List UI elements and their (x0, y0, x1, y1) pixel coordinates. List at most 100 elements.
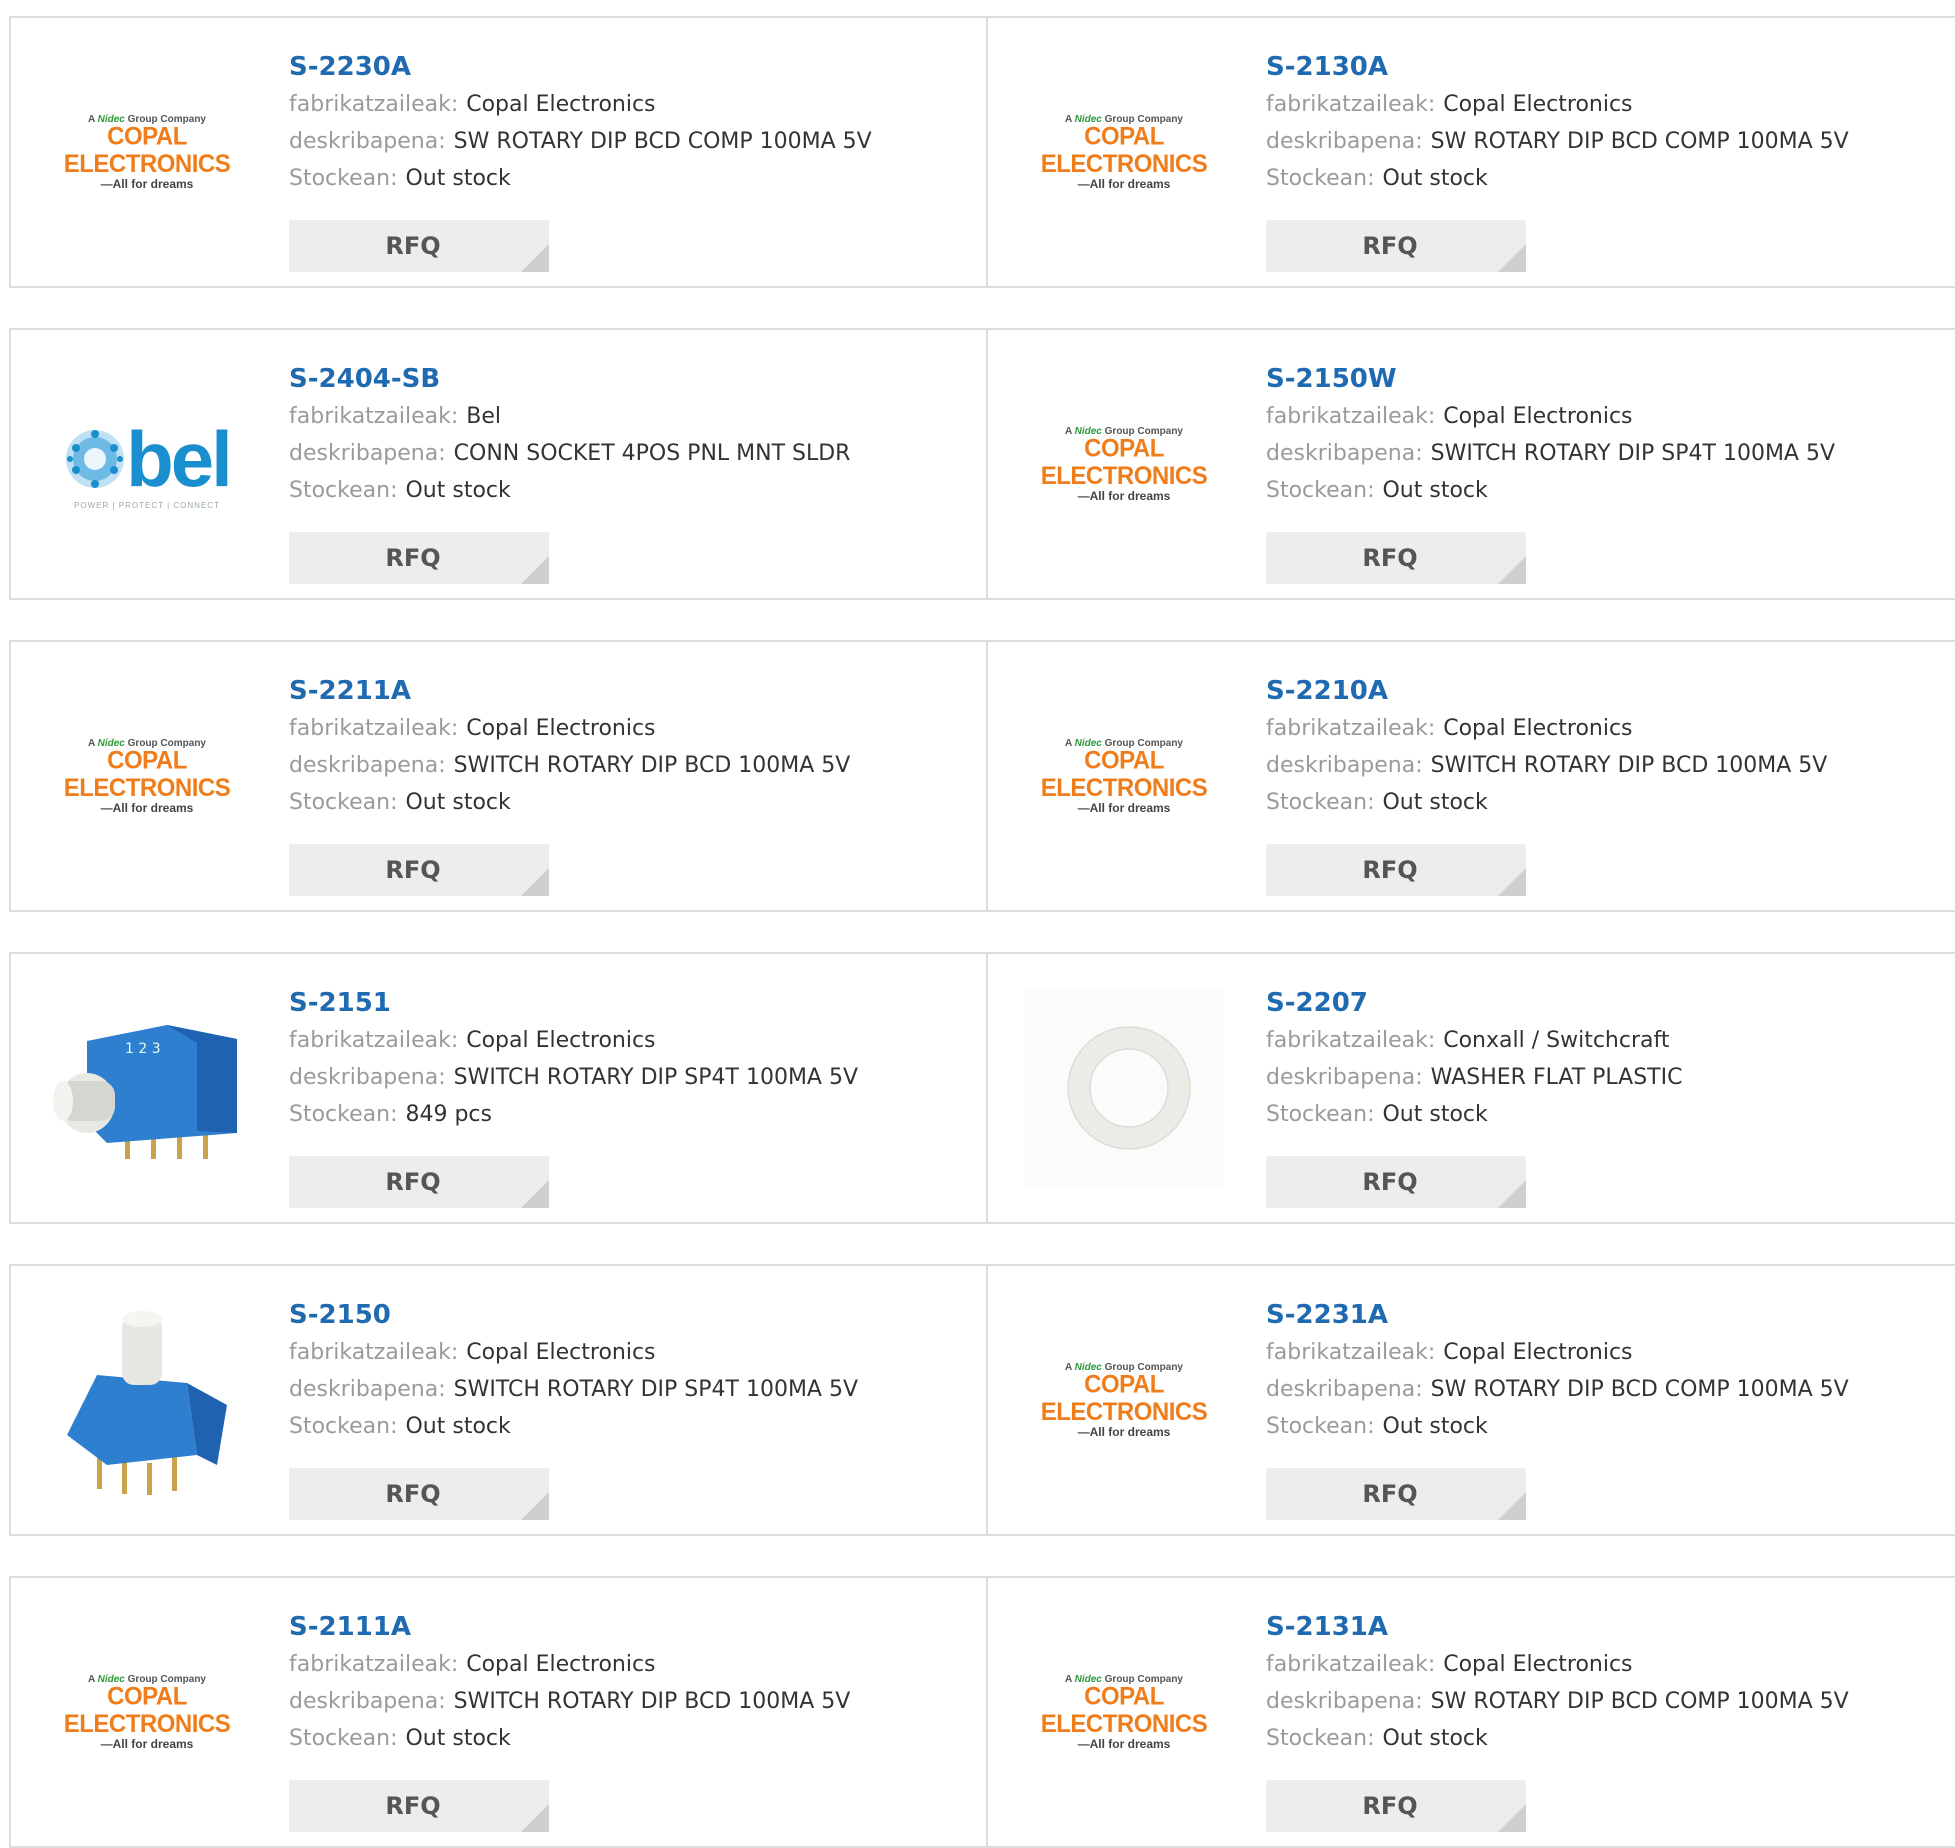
description-line: deskribapena: SW ROTARY DIP BCD COMP 100M… (1266, 1371, 1946, 1408)
description-value: SW ROTARY DIP BCD COMP 100MA 5V (453, 129, 872, 154)
description-value: SWITCH ROTARY DIP SP4T 100MA 5V (453, 1065, 859, 1090)
description-label: deskribapena: (1266, 129, 1423, 154)
stock-line: Stockean: Out stock (1266, 472, 1946, 509)
rfq-label: RFQ (1362, 1480, 1418, 1508)
product-card: 1 2 3 S-2151 fabrikatzaileak: Copal Electr… (9, 952, 986, 1224)
product-row: A Nidec Group Company COPAL ELECTRONICS … (9, 640, 1955, 912)
rfq-button[interactable]: RFQ (289, 220, 549, 272)
description-value: SWITCH ROTARY DIP SP4T 100MA 5V (1430, 441, 1836, 466)
stock-value: Out stock (405, 478, 511, 503)
part-number-link[interactable]: S-2150 (289, 1296, 969, 1334)
product-info: S-2151 fabrikatzaileak: Copal Electronics d… (289, 984, 969, 1133)
product-thumbnail[interactable]: A Nidec Group Company COPAL ELECTRONICS … (1024, 1642, 1224, 1782)
corner-triangle-icon (1498, 244, 1526, 272)
description-label: deskribapena: (1266, 1377, 1423, 1402)
rfq-label: RFQ (385, 544, 441, 572)
product-card: A Nidec Group Company COPAL ELECTRONICS … (986, 1576, 1955, 1848)
rfq-button[interactable]: RFQ (1266, 1468, 1526, 1520)
manufacturer-value: Copal Electronics (1443, 92, 1633, 117)
product-thumbnail[interactable] (47, 1311, 247, 1495)
manufacturer-label: fabrikatzaileak: (289, 404, 459, 429)
stock-line: Stockean: Out stock (1266, 1720, 1946, 1757)
stock-label: Stockean: (1266, 1102, 1375, 1127)
product-info: S-2150W fabrikatzaileak: Copal Electronics… (1266, 360, 1946, 509)
stock-value: Out stock (405, 1414, 511, 1439)
part-number-link[interactable]: S-2131A (1266, 1608, 1946, 1646)
rfq-button[interactable]: RFQ (1266, 844, 1526, 896)
product-info: S-2150 fabrikatzaileak: Copal Electronics d… (289, 1296, 969, 1445)
stock-label: Stockean: (289, 1102, 398, 1127)
part-number-link[interactable]: S-2404-SB (289, 360, 969, 398)
part-number-link[interactable]: S-2111A (289, 1608, 969, 1646)
stock-value: Out stock (1382, 1102, 1488, 1127)
part-number-link[interactable]: S-2230A (289, 48, 969, 86)
corner-triangle-icon (521, 1492, 549, 1520)
manufacturer-label: fabrikatzaileak: (1266, 1652, 1436, 1677)
part-number-link[interactable]: S-2207 (1266, 984, 1946, 1022)
manufacturer-label: fabrikatzaileak: (1266, 404, 1436, 429)
manufacturer-line: fabrikatzaileak: Copal Electronics (1266, 710, 1946, 747)
description-value: SW ROTARY DIP BCD COMP 100MA 5V (1430, 1377, 1849, 1402)
corner-triangle-icon (1498, 1492, 1526, 1520)
washer-photo (1024, 988, 1224, 1188)
description-label: deskribapena: (1266, 1065, 1423, 1090)
rfq-button[interactable]: RFQ (289, 1468, 549, 1520)
copal-electronics-logo: A Nidec Group Company COPAL ELECTRONICS … (63, 113, 231, 191)
corner-triangle-icon (521, 868, 549, 896)
description-line: deskribapena: SW ROTARY DIP BCD COMP 100M… (1266, 1683, 1946, 1720)
copal-electronics-logo: A Nidec Group Company COPAL ELECTRONICS … (1040, 737, 1208, 815)
product-thumbnail[interactable]: A Nidec Group Company COPAL ELECTRONICS … (47, 82, 247, 222)
description-value: SWITCH ROTARY DIP BCD 100MA 5V (453, 753, 851, 778)
description-label: deskribapena: (289, 1689, 446, 1714)
product-info: S-2130A fabrikatzaileak: Copal Electronics… (1266, 48, 1946, 197)
product-info: S-2404-SB fabrikatzaileak: Bel deskribapena… (289, 360, 969, 509)
stock-line: Stockean: Out stock (289, 784, 969, 821)
copal-electronics-logo: A Nidec Group Company COPAL ELECTRONICS … (1040, 1361, 1208, 1439)
rfq-button[interactable]: RFQ (289, 1780, 549, 1832)
part-number-link[interactable]: S-2211A (289, 672, 969, 710)
stock-value: Out stock (1382, 1726, 1488, 1751)
product-thumbnail[interactable] (1024, 988, 1224, 1188)
product-card: A Nidec Group Company COPAL ELECTRONICS … (986, 328, 1955, 600)
description-label: deskribapena: (289, 1065, 446, 1090)
stock-line: Stockean: Out stock (1266, 160, 1946, 197)
rfq-button[interactable]: RFQ (289, 1156, 549, 1208)
product-card: A Nidec Group Company COPAL ELECTRONICS … (9, 640, 986, 912)
manufacturer-line: fabrikatzaileak: Copal Electronics (289, 1022, 969, 1059)
product-card: A Nidec Group Company COPAL ELECTRONICS … (9, 1576, 986, 1848)
manufacturer-line: fabrikatzaileak: Copal Electronics (289, 710, 969, 747)
stock-label: Stockean: (1266, 790, 1375, 815)
product-thumbnail[interactable]: A Nidec Group Company COPAL ELECTRONICS … (1024, 82, 1224, 222)
part-number-link[interactable]: S-2150W (1266, 360, 1946, 398)
part-number-link[interactable]: S-2151 (289, 984, 969, 1022)
corner-triangle-icon (521, 1180, 549, 1208)
part-number-link[interactable]: S-2210A (1266, 672, 1946, 710)
product-thumbnail[interactable]: A Nidec Group Company COPAL ELECTRONICS … (1024, 394, 1224, 534)
product-thumbnail[interactable]: 1 2 3 (47, 1018, 247, 1159)
rfq-button[interactable]: RFQ (289, 844, 549, 896)
product-thumbnail[interactable]: A Nidec Group Company COPAL ELECTRONICS … (47, 706, 247, 846)
manufacturer-label: fabrikatzaileak: (289, 92, 459, 117)
stock-line: Stockean: Out stock (289, 472, 969, 509)
stock-label: Stockean: (289, 478, 398, 503)
rfq-button[interactable]: RFQ (1266, 220, 1526, 272)
stock-label: Stockean: (289, 790, 398, 815)
product-thumbnail[interactable]: bel POWER | PROTECT | CONNECT (47, 394, 247, 534)
manufacturer-line: fabrikatzaileak: Bel (289, 398, 969, 435)
rfq-button[interactable]: RFQ (1266, 532, 1526, 584)
bel-globe-icon (66, 429, 125, 488)
stock-value: Out stock (405, 166, 511, 191)
product-thumbnail[interactable]: A Nidec Group Company COPAL ELECTRONICS … (1024, 1330, 1224, 1470)
manufacturer-line: fabrikatzaileak: Copal Electronics (289, 1646, 969, 1683)
manufacturer-line: fabrikatzaileak: Copal Electronics (1266, 86, 1946, 123)
manufacturer-label: fabrikatzaileak: (289, 716, 459, 741)
product-row: A Nidec Group Company COPAL ELECTRONICS … (9, 16, 1955, 288)
rfq-button[interactable]: RFQ (1266, 1780, 1526, 1832)
part-number-link[interactable]: S-2231A (1266, 1296, 1946, 1334)
rfq-button[interactable]: RFQ (289, 532, 549, 584)
manufacturer-label: fabrikatzaileak: (289, 1340, 459, 1365)
product-thumbnail[interactable]: A Nidec Group Company COPAL ELECTRONICS … (47, 1642, 247, 1782)
rfq-button[interactable]: RFQ (1266, 1156, 1526, 1208)
part-number-link[interactable]: S-2130A (1266, 48, 1946, 86)
product-thumbnail[interactable]: A Nidec Group Company COPAL ELECTRONICS … (1024, 706, 1224, 846)
